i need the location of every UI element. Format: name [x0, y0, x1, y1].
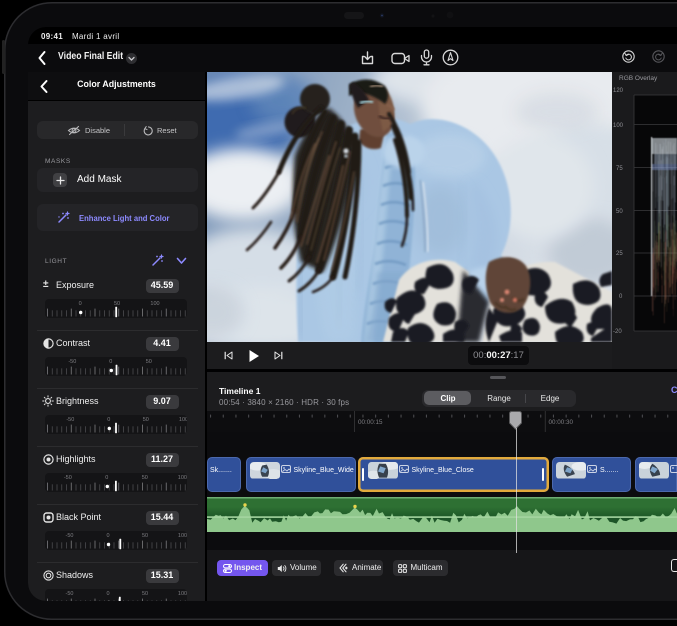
svg-text:00:00:30: 00:00:30: [549, 419, 574, 426]
svg-text:100: 100: [613, 123, 624, 129]
svg-text:00:00:15: 00:00:15: [358, 419, 383, 426]
svg-text:-20: -20: [613, 329, 622, 335]
svg-text:75: 75: [616, 166, 623, 172]
svg-text:25: 25: [616, 251, 623, 257]
svg-text:0: 0: [619, 294, 623, 300]
svg-text:50: 50: [616, 209, 623, 215]
svg-text:RGB Overlay: RGB Overlay: [619, 75, 658, 82]
svg-text:120: 120: [613, 88, 624, 94]
